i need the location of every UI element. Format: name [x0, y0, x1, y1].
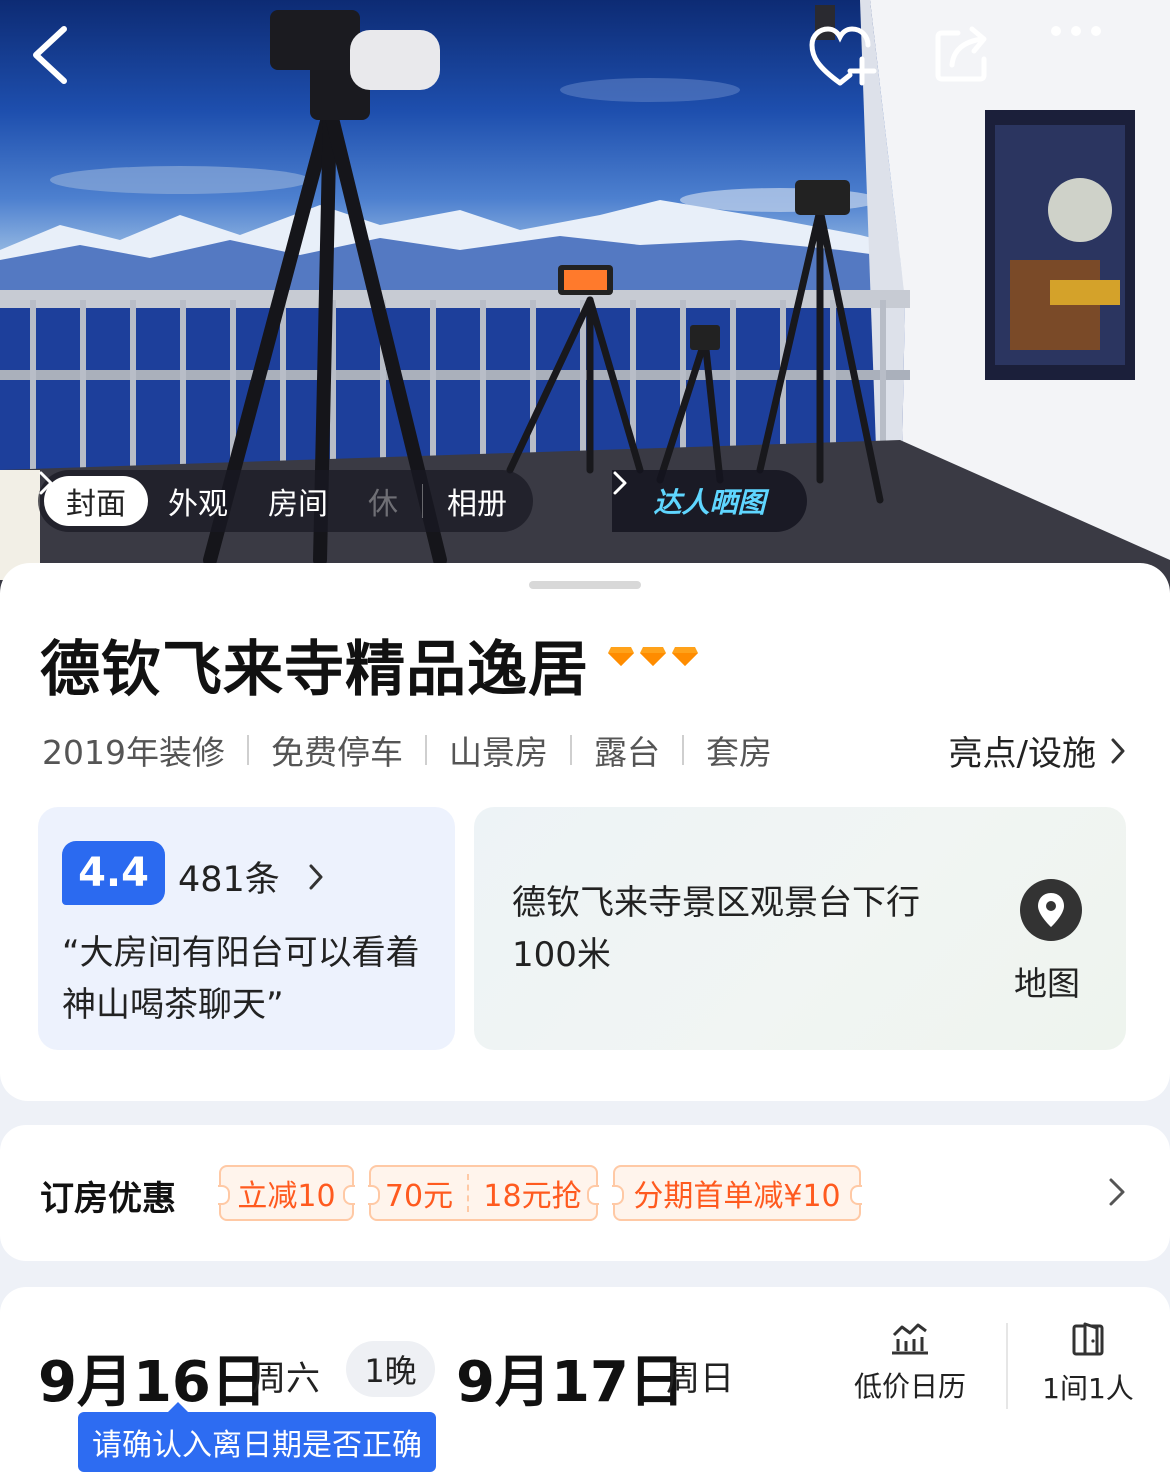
review-count: 481条: [178, 860, 280, 900]
tab-exterior[interactable]: 外观: [148, 476, 248, 526]
share-icon: [935, 26, 987, 82]
expert-photos-label: 达人晒图: [653, 486, 766, 519]
review-quote: “大房间有阳台可以看着神山喝茶聊天”: [62, 933, 420, 1025]
tag-terrace: 露台: [593, 733, 660, 772]
tag-divider: [246, 735, 249, 765]
location-pin-icon: [1038, 893, 1064, 927]
tab-room[interactable]: 房间: [248, 476, 348, 526]
coupon-value: 70元: [384, 1179, 454, 1214]
map-button[interactable]: [1020, 879, 1082, 941]
tooltip-text: 请确认入离日期是否正确: [92, 1428, 422, 1463]
tab-divider: [422, 484, 423, 518]
more-button[interactable]: [1050, 25, 1140, 115]
diamond-icon: [672, 647, 698, 666]
drag-handle[interactable]: [529, 581, 641, 589]
low-price-calendar-button[interactable]: 低价日历: [840, 1321, 980, 1411]
offers-title: 订房优惠: [40, 1179, 176, 1219]
checkin-weekday: 周六: [252, 1359, 320, 1399]
chevron-right-icon: [1111, 738, 1125, 763]
coupon-label: 分期首单减¥10: [633, 1179, 841, 1214]
photo-category-tabs: 封面 外观 房间 休 相册: [38, 470, 533, 532]
coupon-instant-discount[interactable]: 立减10: [218, 1165, 355, 1221]
review-count-link[interactable]: 481条: [178, 851, 324, 902]
checkin-date[interactable]: 9月16日: [38, 1337, 267, 1418]
tab-leisure[interactable]: 休: [348, 476, 418, 526]
price-chart-icon: [892, 1323, 928, 1355]
heart-plus-icon: [809, 26, 877, 86]
location-summary[interactable]: 德钦飞来寺景区观景台下行100米 地图: [474, 807, 1126, 1050]
favorite-button[interactable]: [808, 25, 898, 115]
review-summary[interactable]: 4.4 481条 “大房间有阳台可以看着神山喝茶聊天”: [38, 807, 455, 1050]
coupon-installment[interactable]: 分期首单减¥10: [612, 1165, 862, 1221]
nights-count: 1晚: [346, 1341, 435, 1397]
door-icon: [1072, 1322, 1104, 1356]
calendar-label: 低价日历: [853, 1370, 966, 1403]
tag-parking: 免费停车: [270, 733, 403, 772]
highlights-facilities-link[interactable]: 亮点/设施: [949, 726, 1126, 775]
chevron-right-icon: [1109, 1178, 1125, 1206]
date-confirm-tooltip: 请确认入离日期是否正确: [78, 1402, 436, 1472]
divider: [1006, 1323, 1008, 1409]
checkout-weekday: 周日: [666, 1359, 734, 1399]
hotel-info-card: 德钦飞来寺精品逸居 2019年装修 免费停车 山景房 露台 套房 亮点/设施 4…: [0, 563, 1170, 1101]
tag-divider: [569, 735, 572, 765]
diamond-icon: [640, 647, 666, 666]
tag-mountain-view: 山景房: [448, 733, 548, 772]
stay-dates-card: 9月16日 周六 1晚 9月17日 周日 请确认入离日期是否正确 低价日历 1间…: [0, 1287, 1170, 1473]
expert-photos-button[interactable]: 达人晒图: [612, 470, 807, 532]
chevron-right-icon: [309, 864, 323, 889]
coupon-label: 立减10: [237, 1179, 336, 1214]
tag-suite: 套房: [705, 733, 772, 772]
hotel-rating-diamonds: [607, 645, 699, 667]
highlights-label: 亮点/设施: [948, 734, 1096, 774]
back-arrow-icon: [33, 26, 67, 84]
map-label: 地图: [1014, 964, 1080, 1003]
tag-divider: [424, 735, 427, 765]
review-score-badge: 4.4: [62, 841, 165, 905]
hotel-name: 德钦飞来寺精品逸居: [40, 635, 589, 705]
tag-divider: [681, 735, 684, 765]
chevron-right-icon: [39, 471, 53, 495]
back-button[interactable]: [28, 25, 118, 115]
more-dots-icon: [1051, 26, 1101, 36]
feature-tags: 2019年装修 免费停车 山景房 露台 套房: [42, 726, 772, 774]
coupon-price: 18元抢: [483, 1179, 582, 1214]
rooms-guests-button[interactable]: 1间1人: [1028, 1321, 1148, 1411]
tag-renovation: 2019年装修: [42, 733, 225, 772]
chevron-right-icon: [613, 471, 627, 495]
offers-more-button[interactable]: [1108, 1177, 1126, 1211]
album-label: 相册: [447, 487, 507, 522]
diamond-icon: [608, 647, 634, 666]
rooms-label: 1间1人: [1042, 1372, 1134, 1405]
tab-album[interactable]: 相册: [39, 471, 527, 526]
location-address: 德钦飞来寺景区观景台下行100米: [512, 883, 920, 975]
tab-cover[interactable]: 封面: [44, 476, 148, 526]
checkout-date[interactable]: 9月17日: [456, 1337, 685, 1418]
coupon-voucher-deal[interactable]: 70元 18元抢: [368, 1165, 599, 1221]
share-button[interactable]: [932, 25, 1022, 115]
booking-offers-card[interactable]: 订房优惠 立减10 70元 18元抢 分期首单减¥10: [0, 1125, 1170, 1261]
hero-photo[interactable]: 封面 外观 房间 休 相册 达人晒图: [0, 0, 1170, 620]
